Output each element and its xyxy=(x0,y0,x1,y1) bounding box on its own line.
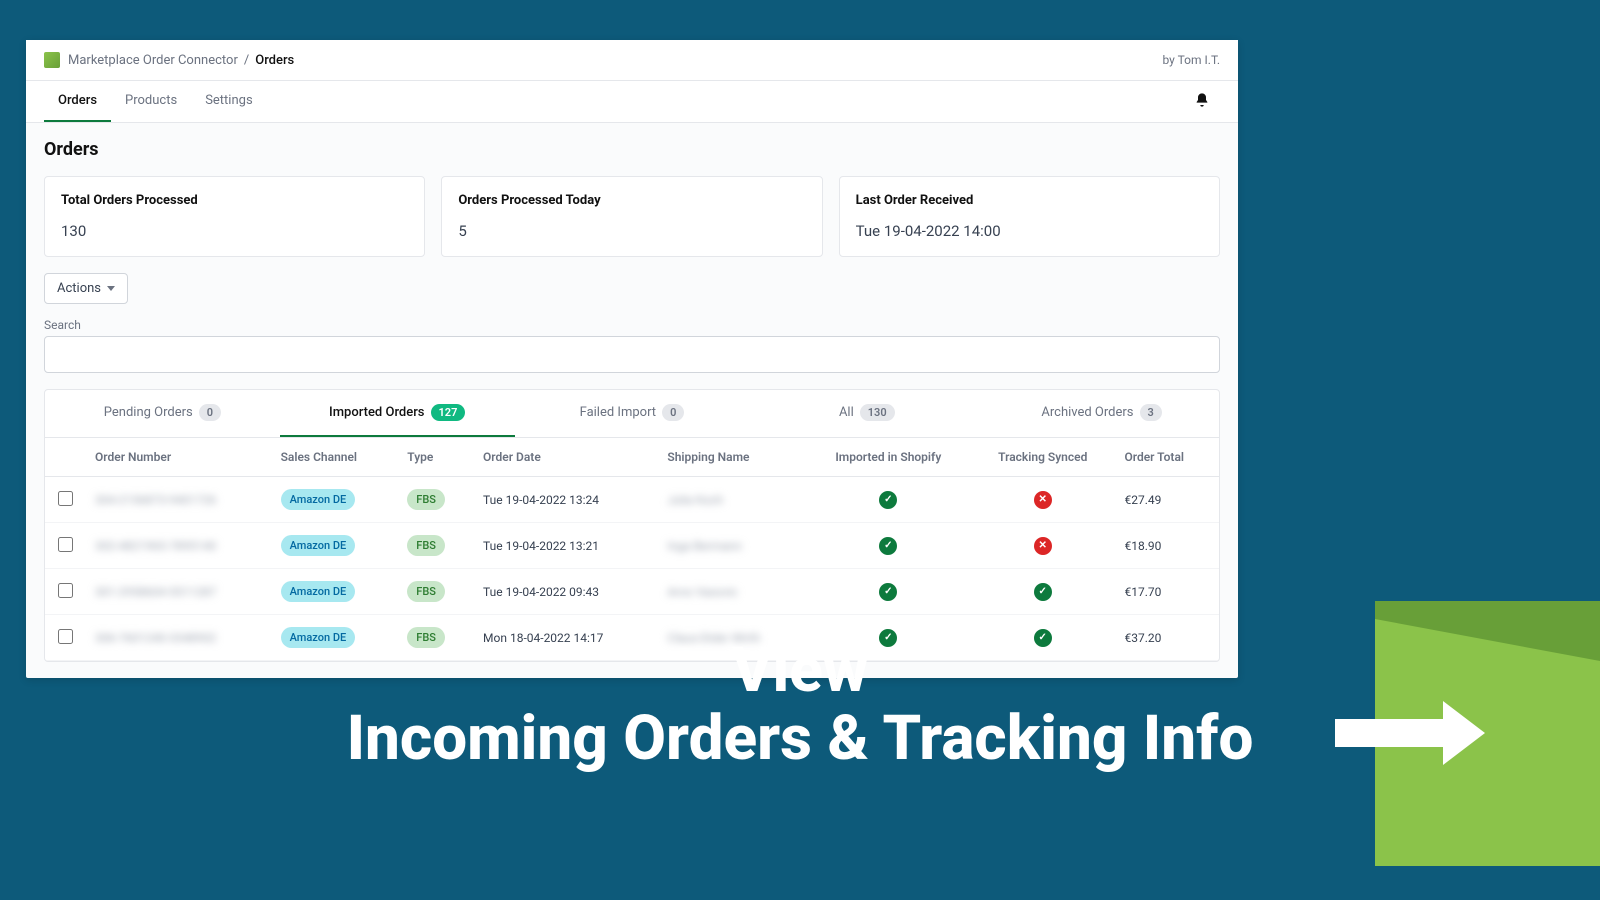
page-body: Orders Total Orders Processed 130 Orders… xyxy=(26,123,1238,678)
type-chip: FBS xyxy=(407,489,445,510)
cell-order-date: Tue 19-04-2022 09:43 xyxy=(473,569,657,615)
check-circle-icon: ✓ xyxy=(1034,583,1052,601)
check-circle-icon: ✓ xyxy=(879,583,897,601)
cell-order-number: 304-2156873-9401726 xyxy=(85,477,271,523)
title-bar: Marketplace Order Connector / Orders by … xyxy=(26,40,1238,81)
table-tab-all[interactable]: All 130 xyxy=(749,390,984,437)
table-tab-failed[interactable]: Failed Import 0 xyxy=(515,390,750,437)
cell-shipping-name: Julia Koch xyxy=(657,477,805,523)
search-input[interactable] xyxy=(44,336,1220,373)
col-shipping-name: Shipping Name xyxy=(657,438,805,477)
breadcrumb: Marketplace Order Connector / Orders xyxy=(68,53,294,68)
tab-orders[interactable]: Orders xyxy=(44,81,111,122)
count-badge: 130 xyxy=(860,404,895,421)
sales-channel-chip: Amazon DE xyxy=(281,489,356,510)
count-badge: 127 xyxy=(431,404,466,421)
search-label: Search xyxy=(44,318,1220,332)
type-chip: FBS xyxy=(407,581,445,602)
cell-order-number: 301-2958604-5511287 xyxy=(85,569,271,615)
col-order-date: Order Date xyxy=(473,438,657,477)
col-sales-channel: Sales Channel xyxy=(271,438,398,477)
cell-order-date: Tue 19-04-2022 13:21 xyxy=(473,523,657,569)
sales-channel-chip: Amazon DE xyxy=(281,535,356,556)
col-tracking: Tracking Synced xyxy=(971,438,1114,477)
stats-row: Total Orders Processed 130 Orders Proces… xyxy=(44,176,1220,257)
cell-total: €18.90 xyxy=(1114,523,1219,569)
cell-total: €27.49 xyxy=(1114,477,1219,523)
stat-label: Total Orders Processed xyxy=(61,193,408,208)
col-order-number: Order Number xyxy=(85,438,271,477)
stat-value: 130 xyxy=(61,222,408,240)
table-row[interactable]: 304-2156873-9401726 Amazon DE FBS Tue 19-04… xyxy=(45,477,1219,523)
stat-processed-today: Orders Processed Today 5 xyxy=(441,176,822,257)
arrow-right-icon xyxy=(1335,701,1495,765)
stat-label: Orders Processed Today xyxy=(458,193,805,208)
table-header-row: Order Number Sales Channel Type Order Da… xyxy=(45,438,1219,477)
col-type: Type xyxy=(397,438,473,477)
count-badge: 0 xyxy=(662,404,684,421)
cell-total: €17.70 xyxy=(1114,569,1219,615)
count-badge: 3 xyxy=(1140,404,1162,421)
table-tabs: Pending Orders 0 Imported Orders 127 Fai… xyxy=(45,390,1219,438)
stat-label: Last Order Received xyxy=(856,193,1203,208)
col-imported: Imported in Shopify xyxy=(806,438,971,477)
page-title: Orders xyxy=(44,139,1220,160)
type-chip: FBS xyxy=(407,535,445,556)
breadcrumb-root[interactable]: Marketplace Order Connector xyxy=(68,53,238,68)
cell-shipping-name: Inga Bermann xyxy=(657,523,805,569)
cell-order-number: 302-4821965-7895140 xyxy=(85,523,271,569)
table-row[interactable]: 301-2958604-5511287 Amazon DE FBS Tue 19-04… xyxy=(45,569,1219,615)
app-window: Marketplace Order Connector / Orders by … xyxy=(26,40,1238,678)
x-circle-icon: ✕ xyxy=(1034,491,1052,509)
col-total: Order Total xyxy=(1114,438,1219,477)
orders-table-card: Pending Orders 0 Imported Orders 127 Fai… xyxy=(44,389,1220,662)
byline: by Tom I.T. xyxy=(1163,53,1221,67)
stat-value: 5 xyxy=(458,222,805,240)
stat-value: Tue 19-04-2022 14:00 xyxy=(856,222,1203,240)
stat-last-received: Last Order Received Tue 19-04-2022 14:00 xyxy=(839,176,1220,257)
sales-channel-chip: Amazon DE xyxy=(281,581,356,602)
actions-dropdown[interactable]: Actions xyxy=(44,273,128,304)
cell-shipping-name: Arno Vasovic xyxy=(657,569,805,615)
check-circle-icon: ✓ xyxy=(879,491,897,509)
x-circle-icon: ✕ xyxy=(1034,537,1052,555)
row-checkbox[interactable] xyxy=(58,583,73,598)
brand-logo-icon xyxy=(1335,601,1600,866)
cell-order-date: Tue 19-04-2022 13:24 xyxy=(473,477,657,523)
tab-products[interactable]: Products xyxy=(111,81,191,122)
table-tab-pending[interactable]: Pending Orders 0 xyxy=(45,390,280,437)
nav-tabs: Orders Products Settings xyxy=(26,81,1238,123)
row-checkbox[interactable] xyxy=(58,491,73,506)
table-row[interactable]: 302-4821965-7895140 Amazon DE FBS Tue 19-04… xyxy=(45,523,1219,569)
table-tab-archived[interactable]: Archived Orders 3 xyxy=(984,390,1219,437)
count-badge: 0 xyxy=(199,404,221,421)
orders-table: Order Number Sales Channel Type Order Da… xyxy=(45,438,1219,661)
tab-settings[interactable]: Settings xyxy=(191,81,266,122)
table-tab-imported[interactable]: Imported Orders 127 xyxy=(280,390,515,437)
check-circle-icon: ✓ xyxy=(879,537,897,555)
breadcrumb-current: Orders xyxy=(255,53,294,68)
app-logo-icon xyxy=(44,52,60,68)
row-checkbox[interactable] xyxy=(58,537,73,552)
notifications-button[interactable] xyxy=(1184,82,1220,122)
bell-icon xyxy=(1194,92,1210,108)
stat-total-processed: Total Orders Processed 130 xyxy=(44,176,425,257)
